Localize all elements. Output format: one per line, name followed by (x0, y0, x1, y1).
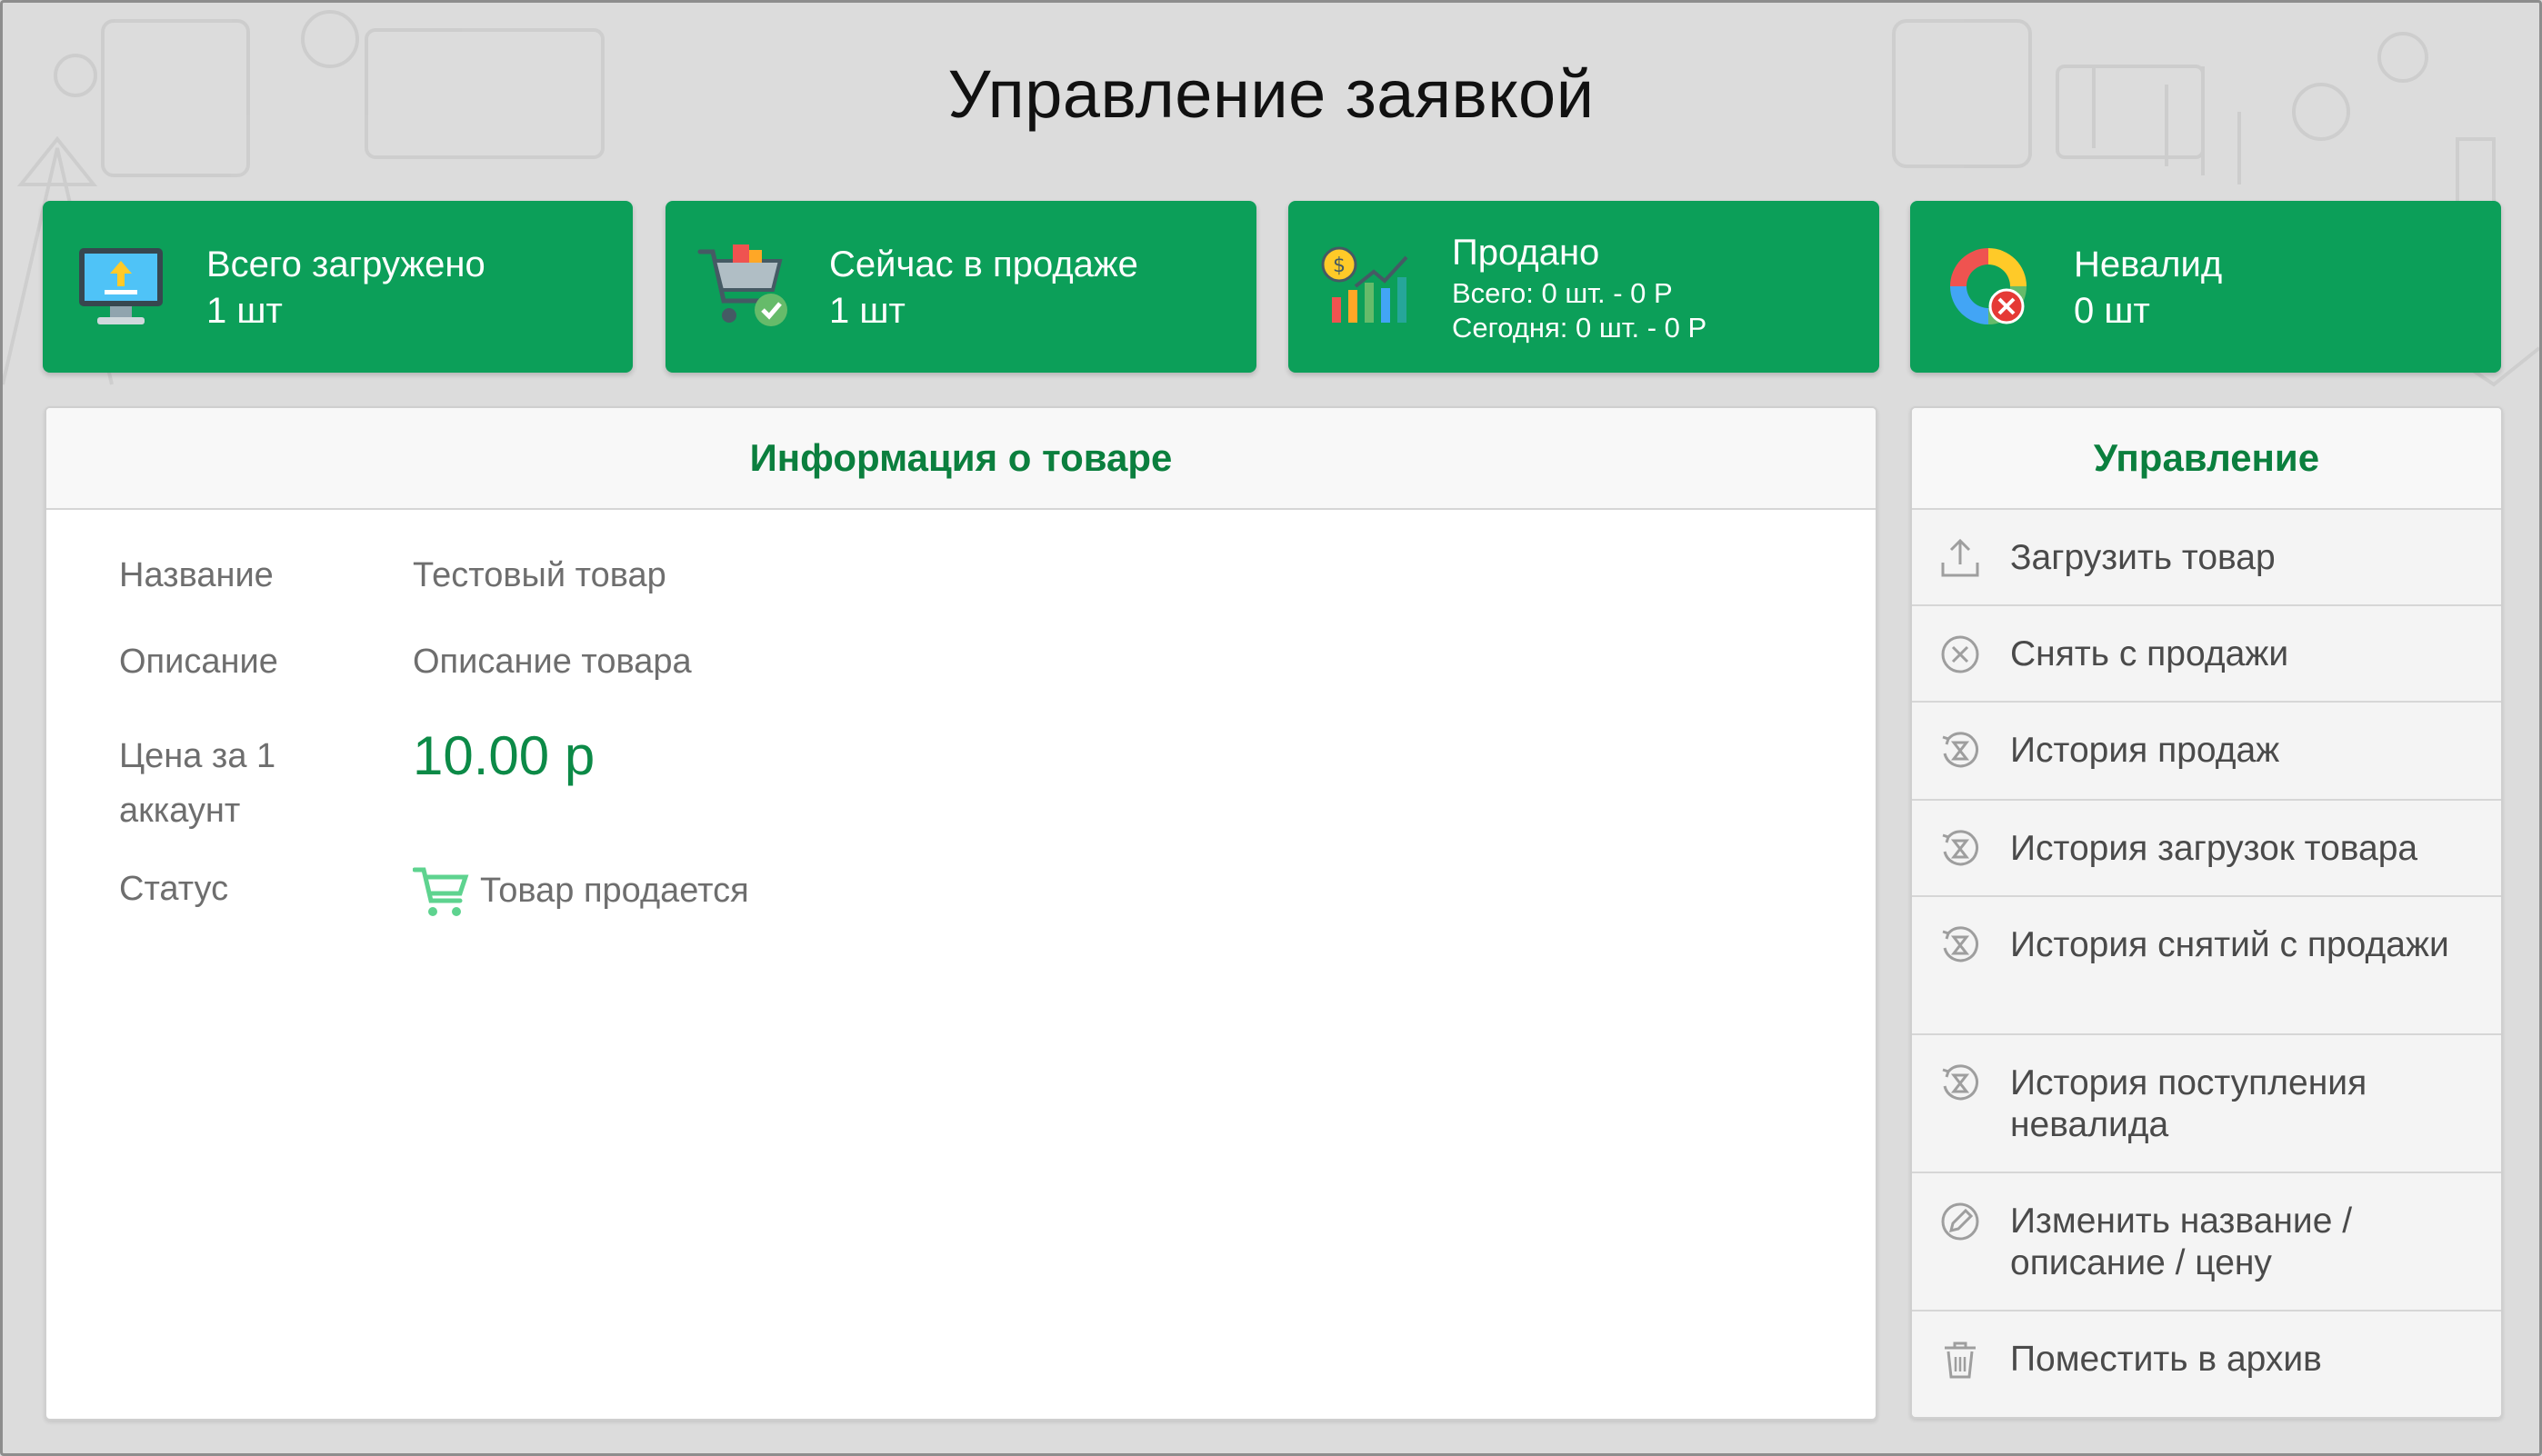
upload-icon (1941, 538, 1979, 577)
sales-chart-icon: $ (1321, 246, 1408, 323)
price-label-line1: Цена за 1 (119, 737, 276, 775)
stat-card-invalid: Невалид 0 шт (1910, 201, 2501, 373)
stat-value: 1 шт (206, 290, 283, 331)
stat-card-sold: $ Продано Всего: 0 шт. - 0 Р Сегодня: 0 … (1288, 201, 1879, 373)
menu-item-label: История продаж (2010, 731, 2280, 770)
svg-text:$: $ (1333, 254, 1346, 277)
edit-icon (1941, 1202, 1979, 1241)
history-icon (1942, 830, 1978, 866)
menu-item-label: Снять с продажи (2010, 634, 2289, 673)
stat-card-on-sale: Сейчас в продаже 1 шт (666, 201, 1256, 373)
stat-label: Невалид (2074, 244, 2223, 284)
stat-label: Всего загружено (206, 244, 485, 284)
status-value: Товар продается (413, 863, 749, 919)
price-label-line2: аккаунт (119, 792, 241, 830)
menu-item-upload[interactable]: Загрузить товар (1912, 508, 2501, 606)
invalid-chart-icon (1950, 248, 2027, 324)
menu-item-label: История поступления невалида (2010, 1063, 2367, 1144)
stat-total: Всего: 0 шт. - 0 Р (1452, 276, 1673, 309)
menu-item-sales-history[interactable]: История продаж (1912, 701, 2501, 801)
cart-icon (413, 867, 469, 916)
trash-icon (1945, 1341, 1976, 1379)
stat-value: 1 шт (829, 290, 906, 331)
page-title: Управление заявкой (947, 56, 1595, 132)
panel-heading: Информация о товаре (46, 408, 1876, 510)
menu-item-label: Поместить в архив (2010, 1340, 2322, 1379)
menu-item-archive[interactable]: Поместить в архив (1912, 1310, 2501, 1417)
price-label: Цена за 1 аккаунт (119, 729, 275, 838)
menu-item-label: Изменить название / описание / цену (2010, 1202, 2353, 1282)
manage-panel: Управление Загрузить товар Снять с прода… (1910, 406, 2503, 1419)
product-info-panel: Информация о товаре Название Тестовый то… (45, 406, 1877, 1421)
status-text: Товар продается (480, 871, 749, 910)
menu-item-label: История загрузок товара (2010, 829, 2418, 868)
menu-item-removal-history[interactable]: История снятий с продажи (1912, 895, 2501, 1035)
name-label: Название (119, 556, 274, 594)
menu-item-upload-history[interactable]: История загрузок товара (1912, 799, 2501, 897)
stat-today: Сегодня: 0 шт. - 0 Р (1452, 311, 1707, 344)
cart-check-icon (697, 244, 787, 326)
stat-label: Продано (1452, 232, 1600, 273)
stat-value: 0 шт (2074, 290, 2150, 331)
remove-circle-icon (1941, 635, 1979, 673)
stat-card-uploaded: Всего загружено 1 шт (43, 201, 633, 373)
history-icon (1942, 732, 1978, 768)
history-icon (1942, 1064, 1978, 1101)
upload-monitor-icon (79, 248, 163, 324)
price-value: 10.00 р (413, 725, 595, 786)
menu-item-remove-from-sale[interactable]: Снять с продажи (1912, 604, 2501, 703)
description-value: Описание товара (413, 643, 692, 681)
menu-item-invalid-history[interactable]: История поступления невалида (1912, 1033, 2501, 1173)
menu-item-edit[interactable]: Изменить название / описание / цену (1912, 1172, 2501, 1311)
history-icon (1942, 926, 1978, 962)
menu-item-label: Загрузить товар (2010, 538, 2276, 577)
menu-item-label: История снятий с продажи (2010, 925, 2449, 964)
stat-label: Сейчас в продаже (829, 244, 1138, 284)
app-window: Управление заявкой Всего загружено 1 шт (0, 0, 2542, 1456)
status-label: Статус (119, 870, 229, 908)
panel-heading: Управление (1912, 408, 2501, 508)
description-label: Описание (119, 643, 278, 681)
name-value: Тестовый товар (413, 556, 666, 594)
